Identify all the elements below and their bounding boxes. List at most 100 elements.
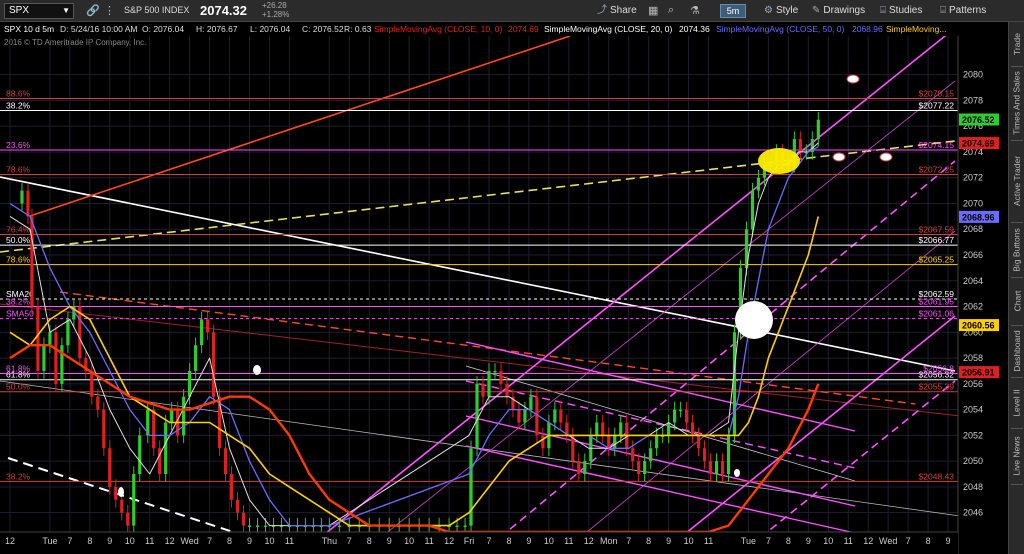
fib-level-percent: 38.2% (6, 471, 31, 481)
candle-down (108, 448, 112, 487)
channel-magenta-1[interactable] (299, 36, 955, 554)
time-tick-label: 11 (145, 536, 154, 546)
sidebar-separator (1011, 484, 1023, 485)
sidebar-tab-chart[interactable]: Chart (1009, 277, 1024, 325)
bar-close: C: 2076.52 (302, 24, 344, 34)
price-tick-label: 2054 (963, 405, 983, 415)
drawings-button[interactable]: ✎ Drawings (812, 3, 865, 19)
marker-white-1 (846, 74, 860, 84)
sidebar-tab-dashboard[interactable]: Dashboard (1009, 325, 1024, 377)
time-tick-label: 7 (906, 536, 911, 546)
candle-down (631, 448, 635, 462)
candle-up (337, 525, 341, 528)
style-button[interactable]: ⚙ Style (764, 3, 798, 19)
candle-down (229, 474, 234, 500)
sidebar-tab-label: Big Buttons (1012, 227, 1023, 272)
time-tick-label: 8 (506, 536, 511, 546)
price-axis[interactable]: 2046204820502052205420562058206020622064… (957, 36, 1008, 554)
options-icon[interactable]: ⋮ (104, 4, 115, 17)
marker-white-4 (253, 365, 261, 375)
sidebar-tab-big-buttons[interactable]: Big Buttons (1009, 222, 1024, 277)
price-tick-label: 2080 (963, 70, 983, 80)
candle-down (798, 139, 802, 152)
trendline-yellow-dashed[interactable] (0, 140, 956, 253)
candle-down (690, 422, 695, 436)
channel-magenta-4[interactable] (559, 230, 956, 554)
fib-level-price: $2072.25 (919, 164, 955, 174)
candle-down (205, 319, 210, 333)
candle-up (726, 435, 731, 475)
candle-down (720, 461, 725, 475)
candle-up (756, 177, 761, 191)
candle-down (102, 409, 106, 449)
studies-button[interactable]: ⌸ Studies (880, 3, 922, 19)
time-tick-label: 7 (67, 536, 72, 546)
magnify-icon[interactable]: ⌕ (668, 4, 674, 17)
candle-up (200, 319, 204, 346)
timeframe-button[interactable]: 5m (720, 4, 746, 18)
fib-level-percent: 50.0% (6, 382, 31, 392)
candle-up (714, 461, 719, 475)
price-tick-label: 2056 (963, 379, 983, 389)
candle-up (132, 474, 136, 526)
share-button[interactable]: ⤴ Share (597, 3, 637, 19)
time-tick-label: Thu (322, 536, 338, 546)
symbol-input[interactable]: SPX ▼ (4, 3, 74, 19)
trendline-drawings[interactable] (0, 36, 961, 554)
link-icon[interactable]: 🔗 (86, 4, 100, 17)
candle-down (684, 409, 689, 423)
sidebar-tab-label: Chart (1012, 290, 1023, 312)
sidebar-tab-live-news[interactable]: Live News (1009, 428, 1024, 484)
trendline-white-descending[interactable] (0, 176, 956, 372)
bar-range: R: 0.63 (344, 24, 372, 34)
sidebar-tab-times-and-sales[interactable]: Times And Sales (1009, 66, 1024, 140)
sidebar-tab-label: Trade (1012, 33, 1023, 55)
time-axis-bg (0, 532, 958, 554)
time-tick-label: 12 (165, 536, 175, 546)
candle-down (235, 499, 240, 513)
price-chart[interactable]: 88.6% $2078.15 38.2% $2077.22 23.6% $2074.15 7… (0, 36, 1008, 554)
sidebar-tab-trade[interactable]: Trade (1009, 22, 1024, 66)
chart-id: SPX 10 d 5m (4, 24, 55, 34)
time-tick-label: 11 (285, 536, 294, 546)
grid-icon[interactable]: ▦ (648, 4, 658, 17)
patterns-button[interactable]: ⌸ Patterns (940, 3, 986, 19)
candle-up (194, 345, 198, 371)
candle-down (241, 512, 246, 526)
candle-down (120, 499, 124, 513)
price-tick-label: 2046 (963, 508, 983, 518)
price-tick-label: 2058 (963, 353, 983, 363)
fib-levels[interactable]: 88.6% $2078.15 38.2% $2077.22 23.6% $2074.15 7… (0, 88, 958, 482)
candle-up (750, 190, 755, 230)
time-tick-label: 12 (584, 536, 594, 546)
share-icon: ⤴ (597, 5, 607, 16)
time-tick-label: Wed (180, 536, 198, 546)
sidebar-tab-label: Active Trader (1012, 155, 1023, 207)
down-channel-4[interactable] (465, 445, 856, 534)
chart-info-bar: SPX 10 d 5m D: 5/24/16 10:00 AM O: 2076.… (0, 22, 960, 36)
trendline-darkred-1[interactable] (0, 303, 961, 417)
sidebar-tab-label: Dashboard (1012, 330, 1022, 372)
sidebar-tab-level-ii[interactable]: Level II (1009, 377, 1024, 428)
time-tick-label: 12 (863, 536, 873, 546)
time-tick-label: 11 (564, 536, 573, 546)
candle-up (816, 119, 820, 140)
time-tick-label: 9 (526, 536, 531, 546)
candle-up (188, 370, 192, 397)
time-tick-label: 9 (107, 536, 112, 546)
flask-icon[interactable]: ⚗ (690, 4, 700, 17)
bar-datetime: D: 5/24/16 10:00 AM (60, 24, 138, 34)
candle-down (637, 461, 641, 475)
marker-white-6 (734, 469, 740, 477)
sma-more-label: SimpleMoving... (886, 24, 947, 34)
time-tick-label: 11 (704, 536, 713, 546)
time-axis[interactable]: 12 Tue 7 8 9 10 11 12 Wed 7 8 9 10 11 Thu 7 8 9 10 11 12 Fri 7… (0, 531, 958, 554)
time-tick-label: 7 (347, 536, 352, 546)
candle-up (732, 332, 737, 436)
candle-down (541, 435, 545, 449)
candle-down (96, 396, 100, 410)
sma20-label: SimpleMovingAvg (CLOSE, 20, 0) (544, 24, 673, 34)
channel-magenta-3[interactable] (479, 160, 956, 554)
time-tick-label: Fri (464, 536, 475, 546)
sidebar-tab-active-trader[interactable]: Active Trader (1009, 140, 1024, 222)
